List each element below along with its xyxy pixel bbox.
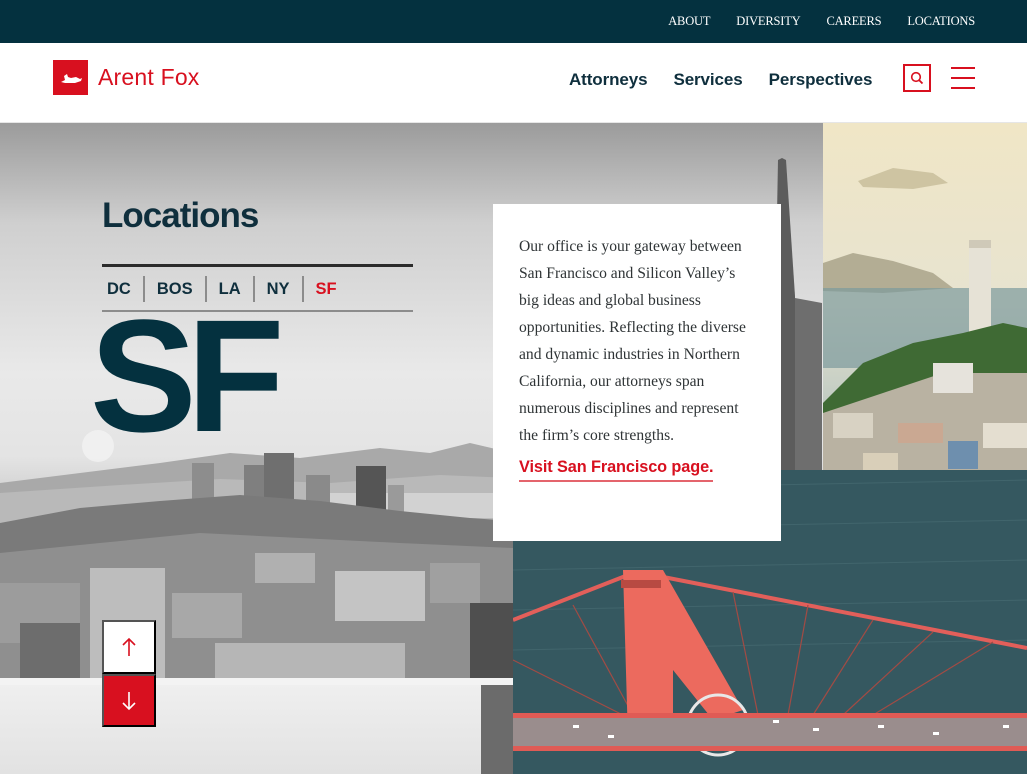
utility-link-locations[interactable]: LOCATIONS <box>907 14 975 29</box>
arrow-up-icon <box>122 637 136 656</box>
utility-link-diversity[interactable]: DIVERSITY <box>736 14 800 29</box>
fox-icon <box>53 60 88 95</box>
scroll-up-button[interactable] <box>102 620 156 674</box>
logo-text: Arent Fox <box>98 64 200 90</box>
utility-nav: ABOUT DIVERSITY CAREERS LOCATIONS <box>668 0 975 43</box>
hero-lower-panel <box>0 678 513 774</box>
nav-attorneys[interactable]: Attorneys <box>569 70 648 90</box>
search-button[interactable] <box>903 64 931 92</box>
arrow-down-icon <box>122 691 136 710</box>
visit-office-link[interactable]: Visit San Francisco page. <box>519 458 714 482</box>
coit-tower-image <box>823 123 1027 488</box>
nav-perspectives[interactable]: Perspectives <box>769 70 873 90</box>
main-header: Arent Fox Attorneys Services Perspective… <box>0 43 1027 123</box>
search-icon <box>910 71 924 85</box>
city-code-display: SF <box>90 286 284 465</box>
page-title: Locations <box>102 196 259 235</box>
utility-link-careers[interactable]: CAREERS <box>826 14 881 29</box>
office-info-card: Our office is your gateway between San F… <box>493 204 781 541</box>
menu-icon-bar <box>951 77 975 79</box>
menu-icon-bar <box>951 87 975 89</box>
utility-bar: ABOUT DIVERSITY CAREERS LOCATIONS <box>0 0 1027 43</box>
tab-sf[interactable]: SF <box>301 275 349 302</box>
office-description: Our office is your gateway between San F… <box>519 238 746 444</box>
main-nav: Attorneys Services Perspectives <box>569 70 872 90</box>
menu-icon-bar <box>951 67 975 69</box>
hero-lower-image-edge <box>481 685 513 774</box>
hamburger-menu-button[interactable] <box>951 67 975 89</box>
scroll-down-button[interactable] <box>102 674 156 727</box>
nav-services[interactable]: Services <box>673 70 742 90</box>
logo[interactable]: Arent Fox <box>53 60 200 95</box>
utility-link-about[interactable]: ABOUT <box>668 14 710 29</box>
